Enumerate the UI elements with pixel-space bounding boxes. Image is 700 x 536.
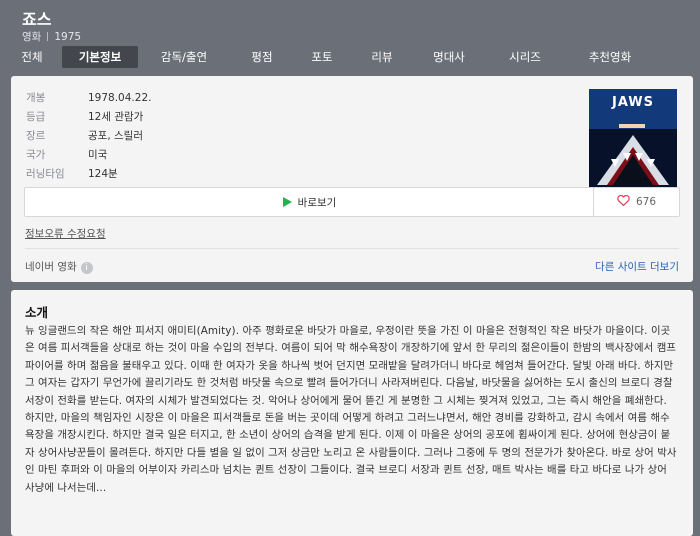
movie-header: 죠스 영화 1975 전체 기본정보 감독/출연 평점 포토 리뷰 명대사 시리즈… — [0, 0, 700, 76]
tab-quotes[interactable]: 명대사 — [420, 46, 478, 68]
movie-poster[interactable]: JAWS — [589, 89, 677, 189]
info-value: 124분 — [88, 168, 118, 180]
tab-photo[interactable]: 포토 — [300, 46, 344, 68]
info-value: 12세 관람가 — [88, 111, 144, 123]
poster-title: JAWS — [611, 95, 655, 110]
info-row-country: 국가 미국 — [26, 147, 151, 166]
tab-rating[interactable]: 평점 — [240, 46, 284, 68]
naver-movie-label: 네이버 영화 i — [25, 259, 93, 274]
tab-recommended[interactable]: 추천영화 — [572, 46, 648, 68]
info-row-runtime: 러닝타임 124분 — [26, 166, 151, 185]
report-error-link[interactable]: 정보오류 수정요청 — [25, 226, 106, 241]
heart-icon — [617, 194, 630, 207]
intro-card: 소개 뉴 잉글랜드의 작은 해안 피서지 애미티(Amity). 아주 평화로운… — [11, 290, 693, 536]
info-value: 공포, 스릴러 — [88, 130, 143, 142]
watch-now-label: 바로보기 — [297, 197, 337, 209]
tab-series[interactable]: 시리즈 — [494, 46, 556, 68]
tab-bar: 전체 기본정보 감독/출연 평점 포토 리뷰 명대사 시리즈 추천영화 — [0, 46, 700, 70]
like-button[interactable]: 676 — [593, 187, 680, 217]
basic-info-card: 개봉 1978.04.22. 등급 12세 관람가 장르 공포, 스릴러 국가 미국 러… — [11, 76, 693, 282]
info-value: 1978.04.22. — [88, 92, 152, 104]
info-row-genre: 장르 공포, 스릴러 — [26, 128, 151, 147]
info-list: 개봉 1978.04.22. 등급 12세 관람가 장르 공포, 스릴러 국가 미국 러… — [26, 90, 151, 185]
info-row-release: 개봉 1978.04.22. — [26, 90, 151, 109]
divider — [25, 248, 679, 249]
info-row-rating: 등급 12세 관람가 — [26, 109, 151, 128]
meta-divider — [47, 32, 49, 41]
like-count: 676 — [635, 196, 657, 208]
other-sites-link[interactable]: 다른 사이트 더보기 — [595, 259, 679, 274]
movie-title: 죠스 — [22, 10, 52, 29]
info-icon[interactable]: i — [80, 262, 93, 274]
watch-now-button[interactable]: 바로보기 — [24, 187, 595, 217]
movie-year: 1975 — [54, 31, 82, 43]
movie-category: 영화 — [22, 31, 42, 43]
info-key: 국가 — [26, 149, 46, 161]
watch-now-content: 바로보기 — [25, 195, 594, 210]
movie-meta: 영화 1975 — [22, 29, 81, 44]
info-key: 개봉 — [26, 92, 46, 104]
info-value: 미국 — [88, 149, 108, 161]
info-key: 러닝타임 — [26, 168, 65, 180]
synopsis-text: 뉴 잉글랜드의 작은 해안 피서지 애미티(Amity). 아주 평화로운 바닷… — [25, 325, 677, 494]
tab-cast[interactable]: 감독/출연 — [146, 46, 222, 68]
tab-basic-info[interactable]: 기본정보 — [62, 46, 138, 68]
play-icon — [282, 197, 292, 207]
tab-review[interactable]: 리뷰 — [360, 46, 404, 68]
intro-heading: 소개 — [25, 305, 49, 320]
naver-movie-text: 네이버 영화 — [25, 261, 77, 273]
like-content: 676 — [594, 194, 679, 208]
info-key: 장르 — [26, 130, 46, 142]
tab-all[interactable]: 전체 — [10, 46, 54, 68]
info-key: 등급 — [26, 111, 46, 123]
